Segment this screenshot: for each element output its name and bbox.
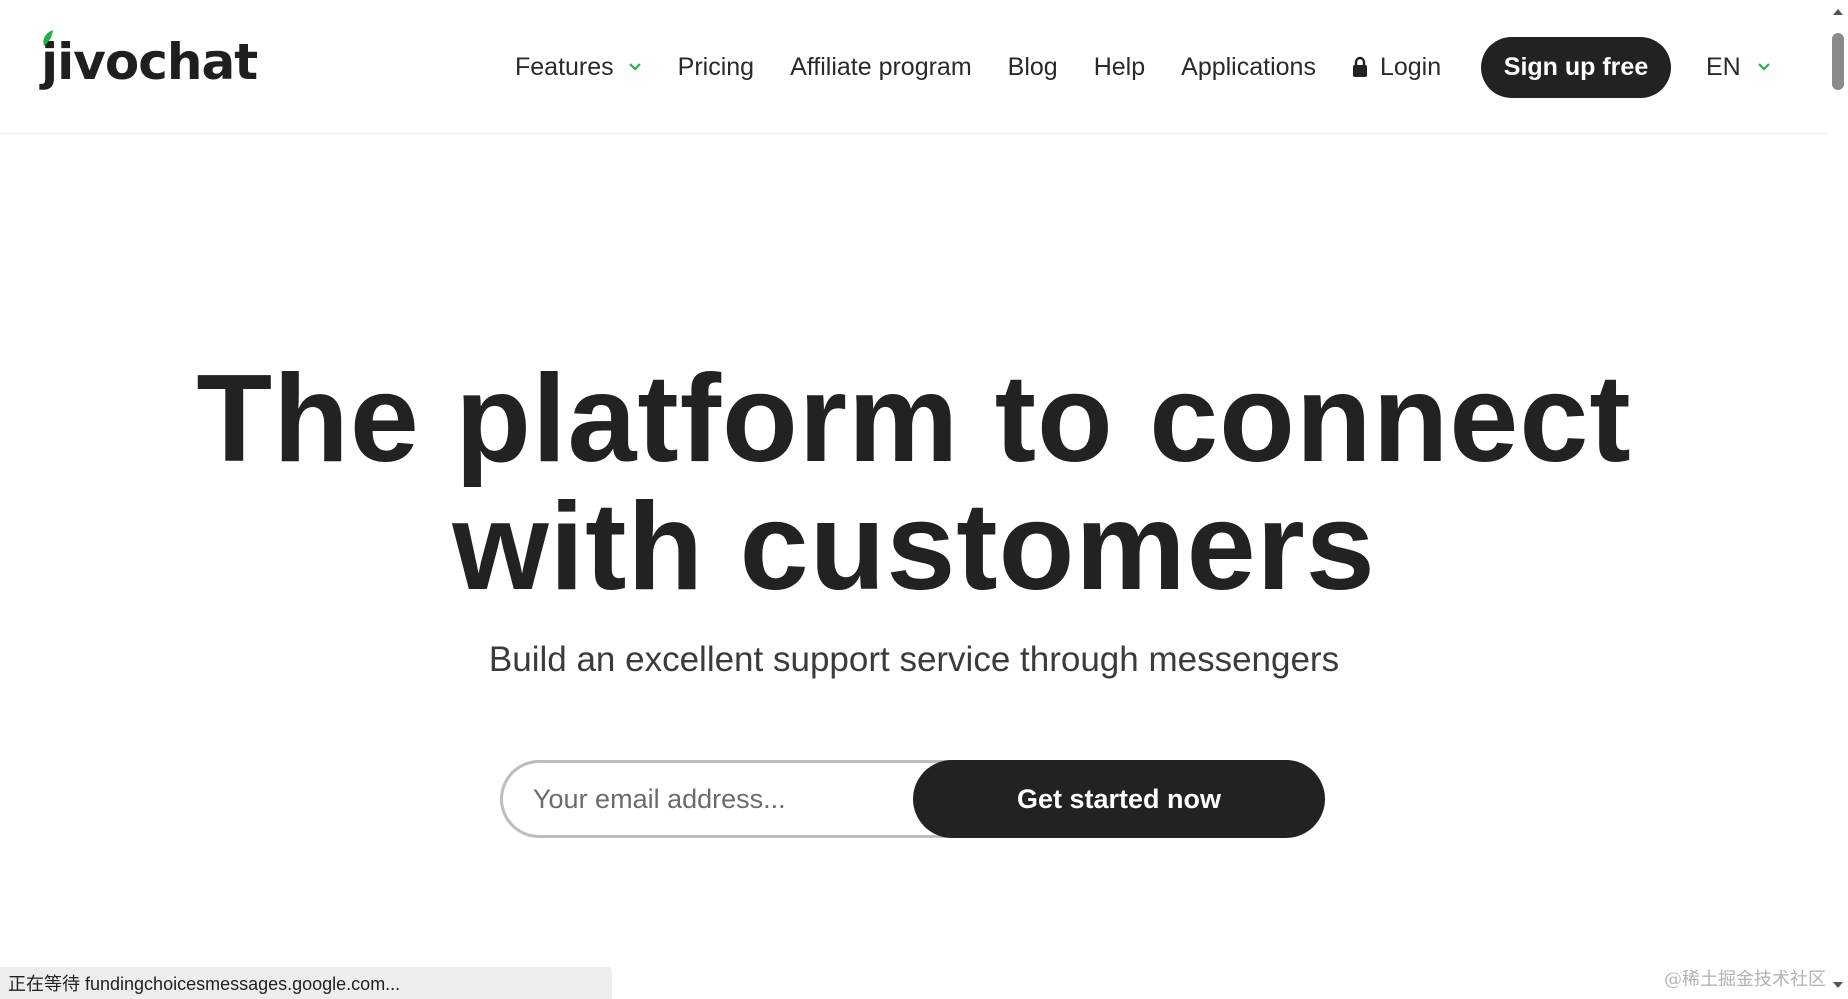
watermark: @稀土掘金技术社区 xyxy=(1664,969,1826,990)
language-label: EN xyxy=(1706,52,1741,81)
nav-item-login-label: Login xyxy=(1379,52,1442,81)
hero-subtitle: Build an excellent support service throu… xyxy=(488,640,1340,679)
nav-item-pricing[interactable]: Pricing xyxy=(678,53,754,82)
browser-status-bar: 正在等待 fundingchoicesmessages.google.com..… xyxy=(0,967,612,999)
nav-item-help[interactable]: Help xyxy=(1094,53,1145,82)
main-nav: Features Pricing Affiliate program Blog … xyxy=(515,36,1477,98)
nav-item-affiliate-label: Affiliate program xyxy=(790,52,972,81)
language-selector[interactable]: EN xyxy=(1706,36,1771,98)
chevron-down-icon xyxy=(628,63,641,71)
chevron-down-icon xyxy=(1757,63,1770,71)
scroll-down-arrow-icon[interactable] xyxy=(1832,981,1844,989)
hero-title-line-2: with customers xyxy=(452,478,1376,616)
get-started-button[interactable]: Get started now xyxy=(913,760,1325,838)
signup-form: Get started now xyxy=(500,760,1325,838)
lock-icon xyxy=(1352,56,1367,77)
nav-item-features[interactable]: Features xyxy=(515,53,642,82)
nav-item-features-label: Features xyxy=(515,52,614,81)
nav-item-login[interactable]: Login xyxy=(1352,53,1441,82)
scroll-thumb[interactable] xyxy=(1832,33,1844,90)
logo-text: jivochat xyxy=(41,33,258,91)
sign-up-button[interactable]: Sign up free xyxy=(1481,37,1671,98)
site-header: jivochat Features Pricing Affiliate prog… xyxy=(0,0,1828,134)
hero-title-line-1: The platform to connect xyxy=(196,350,1632,488)
jivochat-logo[interactable]: jivochat xyxy=(41,30,258,94)
nav-item-affiliate[interactable]: Affiliate program xyxy=(790,53,972,82)
hero-title: The platform to connect with customers xyxy=(0,355,1828,611)
nav-item-pricing-label: Pricing xyxy=(677,52,755,81)
nav-item-applications-label: Applications xyxy=(1181,52,1316,81)
nav-item-blog-label: Blog xyxy=(1007,52,1058,81)
nav-item-blog[interactable]: Blog xyxy=(1008,53,1058,82)
nav-item-applications[interactable]: Applications xyxy=(1181,53,1316,82)
nav-item-help-label: Help xyxy=(1093,52,1146,81)
page-scrollbar[interactable] xyxy=(1828,0,1848,999)
scroll-up-arrow-icon[interactable] xyxy=(1832,8,1844,16)
leaf-icon xyxy=(43,30,53,46)
